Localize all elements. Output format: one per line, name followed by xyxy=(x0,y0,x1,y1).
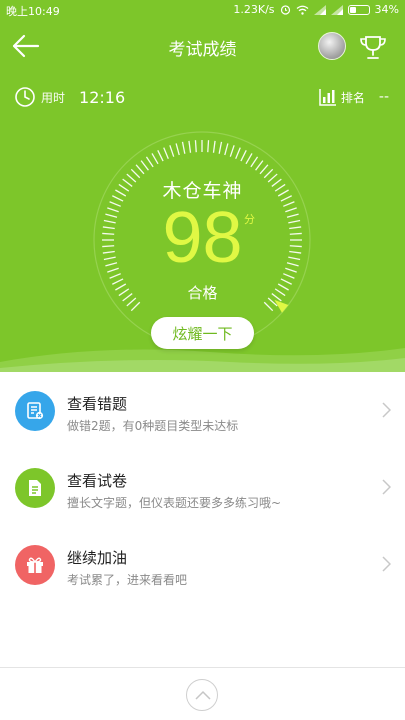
wrong-questions-icon xyxy=(15,391,55,431)
gauge-tick xyxy=(207,140,210,153)
gauge-tick xyxy=(212,140,216,153)
chevron-right-icon xyxy=(382,402,391,418)
gift-icon xyxy=(15,545,55,585)
menu-item-title: 查看试卷 xyxy=(67,472,128,490)
gauge-tick xyxy=(235,147,241,159)
score-header: 晚上10:49 1.23K/s 34% 考试成绩 用时 12:16 排名 -- … xyxy=(0,0,405,372)
gauge-tick xyxy=(263,301,274,312)
gauge-tick xyxy=(245,153,253,165)
menu-item-subtitle: 考试累了，进来看看吧 xyxy=(67,573,188,587)
bottom-bar xyxy=(0,667,405,720)
share-button[interactable]: 炫耀一下 xyxy=(151,317,254,349)
gauge-tick xyxy=(169,145,175,157)
menu-item-title: 继续加油 xyxy=(67,549,128,567)
menu-item-view-paper[interactable]: 查看试卷 擅长文字题，但仪表题还要多多练习哦~ xyxy=(0,449,405,526)
chevron-up-icon xyxy=(195,690,211,700)
gauge-tick xyxy=(188,140,192,153)
score-unit: 分 xyxy=(244,213,255,226)
gauge-tick xyxy=(175,143,180,156)
gauge-tick xyxy=(224,143,229,156)
menu-item-keep-going[interactable]: 继续加油 考试累了，进来看看吧 xyxy=(0,526,405,603)
pass-status: 合格 xyxy=(187,284,218,302)
gauge-tick xyxy=(140,160,149,171)
menu-item-subtitle: 做错2题，有0种题目类型未达标 xyxy=(67,419,239,433)
gauge-tick xyxy=(229,145,235,157)
gauge-tick xyxy=(240,150,247,162)
scroll-up-button[interactable] xyxy=(186,679,218,711)
gauge-tick xyxy=(250,156,259,168)
gauge-tick xyxy=(259,164,269,175)
action-list: 查看错题 做错2题，有0种题目类型未达标 查看试卷 擅长文字题，但仪表题还要多多… xyxy=(0,372,405,603)
score-value: 98 xyxy=(162,198,243,278)
gauge-tick xyxy=(181,141,186,154)
gauge-tick xyxy=(145,156,154,168)
chevron-right-icon xyxy=(382,479,391,495)
gauge-tick xyxy=(218,141,223,154)
gauge-tick xyxy=(255,160,264,171)
gauge-tick xyxy=(194,140,197,153)
gauge-tick xyxy=(151,153,159,165)
gauge-tick xyxy=(163,147,169,159)
gauge-tick xyxy=(135,164,145,175)
menu-item-subtitle: 擅长文字题，但仪表题还要多多练习哦~ xyxy=(67,496,282,510)
paper-icon xyxy=(15,468,55,508)
gauge-tick xyxy=(130,301,141,312)
menu-item-wrong-questions[interactable]: 查看错题 做错2题，有0种题目类型未达标 xyxy=(0,372,405,449)
gauge-tick xyxy=(157,150,164,162)
menu-item-title: 查看错题 xyxy=(67,395,128,413)
chevron-right-icon xyxy=(382,556,391,572)
